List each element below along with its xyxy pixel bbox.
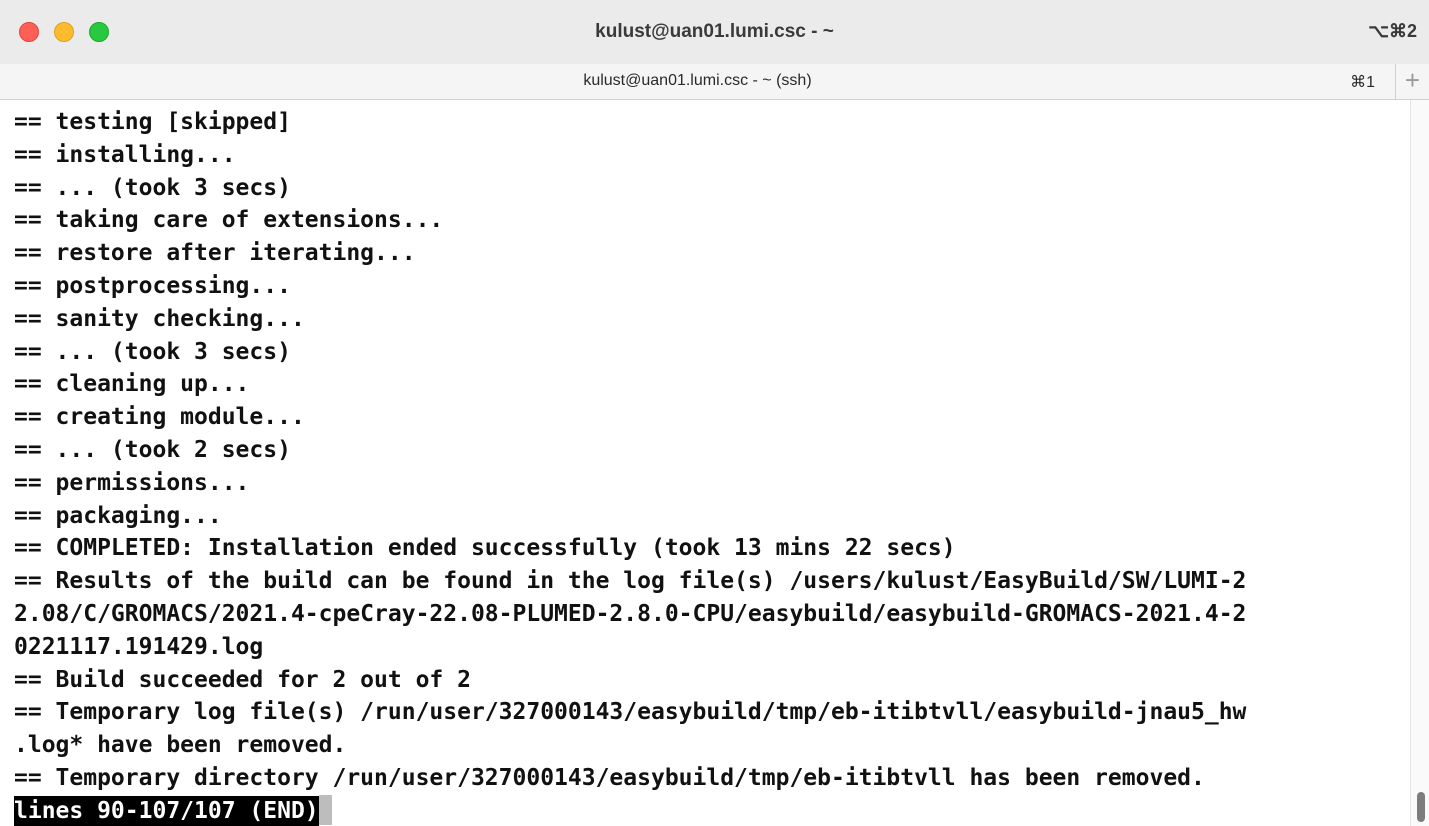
terminal-line: == ... (took 3 secs) — [14, 174, 291, 201]
terminal-line: == restore after iterating... — [14, 240, 416, 267]
terminal-line: == Results of the build can be found in … — [14, 568, 1247, 595]
terminal-line: == postprocessing... — [14, 272, 291, 299]
tab-label: kulust@uan01.lumi.csc - ~ (ssh) — [583, 72, 812, 89]
terminal-line: == Temporary log file(s) /run/user/32700… — [14, 699, 1247, 726]
terminal-line: == COMPLETED: Installation ended success… — [14, 535, 956, 562]
text-cursor — [318, 794, 332, 825]
title-bar[interactable]: kulust@uan01.lumi.csc - ~ ⌥⌘2 — [0, 0, 1429, 65]
terminal-line: == Temporary directory /run/user/3270001… — [14, 764, 1205, 791]
terminal-line: == ... (took 3 secs) — [14, 338, 291, 365]
pager-status-line: lines 90-107/107 (END) — [14, 794, 1410, 826]
terminal-line: == testing [skipped] — [14, 109, 291, 135]
terminal-line: .log* have been removed. — [14, 732, 347, 759]
terminal-line: == sanity checking... — [14, 305, 305, 332]
terminal-line: == cleaning up... — [14, 371, 250, 398]
terminal-line: 0221117.191429.log — [14, 633, 264, 660]
terminal-line: == permissions... — [14, 469, 250, 496]
terminal-window: kulust@uan01.lumi.csc - ~ ⌥⌘2 kulust@uan… — [0, 0, 1429, 826]
tab-bar: kulust@uan01.lumi.csc - ~ (ssh) ⌘1 + — [0, 64, 1429, 100]
pager-status: lines 90-107/107 (END) — [14, 795, 319, 826]
vertical-scrollbar[interactable] — [1410, 100, 1429, 826]
window-shortcut: ⌥⌘2 — [1368, 21, 1417, 41]
window-title: kulust@uan01.lumi.csc - ~ — [595, 21, 834, 42]
terminal-line: == installing... — [14, 141, 236, 168]
terminal-line: == ... (took 2 secs) — [14, 436, 291, 463]
terminal-line: == creating module... — [14, 404, 305, 431]
terminal-line: == taking care of extensions... — [14, 207, 444, 234]
scrollbar-thumb[interactable] — [1417, 792, 1425, 822]
terminal-output[interactable]: == testing [skipped] == installing... ==… — [0, 100, 1410, 826]
terminal-line: == Build succeeded for 2 out of 2 — [14, 666, 471, 693]
terminal-line: == packaging... — [14, 502, 222, 529]
new-tab-button[interactable]: + — [1396, 64, 1429, 99]
terminal-line: 2.08/C/GROMACS/2021.4-cpeCray-22.08-PLUM… — [14, 600, 1247, 627]
tab-ssh-session[interactable]: kulust@uan01.lumi.csc - ~ (ssh) ⌘1 — [0, 64, 1396, 99]
tab-shortcut: ⌘1 — [1350, 74, 1375, 91]
